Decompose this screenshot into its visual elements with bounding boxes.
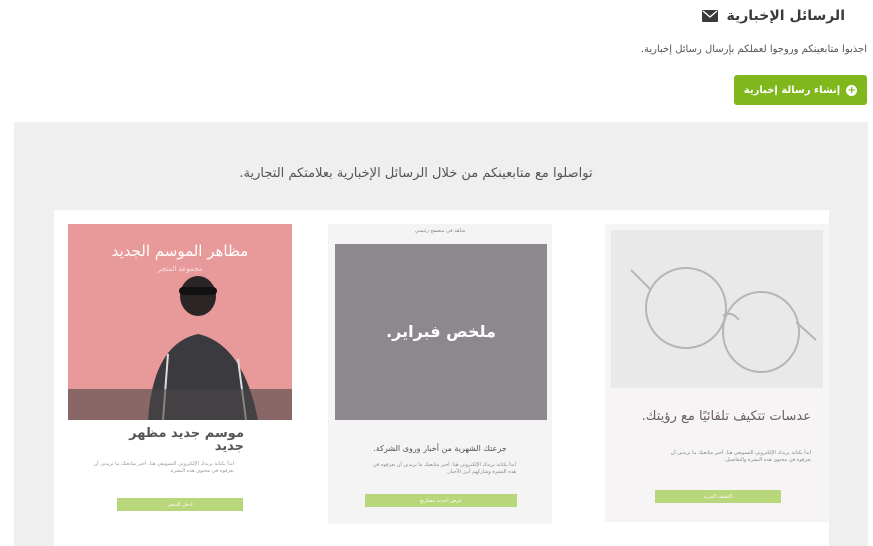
page-description: اجذبوا متابعينكم وروجوا لعملكم بإرسال رس… <box>640 44 867 55</box>
envelope-icon <box>702 10 719 22</box>
glasses-title: عدسات تتكيف تلقائيًا مع رؤيتك. <box>641 409 811 424</box>
fashion-image: مظاهر الموسم الجديد مجموعة المتجر <box>68 224 292 420</box>
fashion-cta-button[interactable]: ادخل المتجر <box>117 498 243 511</box>
glasses-image <box>611 230 823 388</box>
glasses-body: ابدأ بكتابة بريدك الإلكتروني التسويقي هن… <box>670 450 811 463</box>
template-card-february[interactable]: شاهد في متصفح رئيسي ملخص فبراير. جرعتك ا… <box>328 224 552 524</box>
page-title: الرسائل الإخبارية <box>726 8 845 24</box>
fashion-heading: موسم جديد مظهر جديد <box>129 426 244 454</box>
feb-cta-button[interactable]: عرض أحدث مشاريع <box>365 494 517 507</box>
panel-title: تواصلوا مع متابعينكم من خلال الرسائل الإ… <box>239 166 593 181</box>
create-newsletter-label: إنشاء رسالة إخبارية <box>743 84 841 96</box>
feb-body: ابدأ بكتابة بريدك الإلكتروني هنا. أخبر م… <box>372 462 516 475</box>
eyeglasses-icon <box>630 267 817 373</box>
glasses-cta-button[interactable]: اكتشف المزيد <box>655 490 781 503</box>
templates-panel: تواصلوا مع متابعينكم من خلال الرسائل الإ… <box>14 122 868 546</box>
template-card-fashion[interactable]: مظاهر الموسم الجديد مجموعة المتجر موسم ج… <box>68 224 292 534</box>
plus-circle-icon: + <box>846 84 858 96</box>
fashion-body: ابدأ بكتابة بريدك الإلكتروني التسويقي هن… <box>93 461 234 474</box>
feb-image-text: ملخص فبراير. <box>386 322 496 341</box>
create-newsletter-button[interactable]: + إنشاء رسالة إخبارية <box>734 75 867 105</box>
feb-image: ملخص فبراير. <box>335 244 547 420</box>
feb-subtitle: جرعتك الشهرية من أخبار وروى الشركة. <box>373 444 507 453</box>
template-card-glasses[interactable]: عدسات تتكيف تلقائيًا مع رؤيتك. ابدأ بكتا… <box>605 224 829 522</box>
template-cards: عدسات تتكيف تلقائيًا مع رؤيتك. ابدأ بكتا… <box>54 210 829 546</box>
page-header: الرسائل الإخبارية <box>702 8 845 24</box>
model-silhouette-icon <box>68 276 292 420</box>
feb-top-bar: شاهد في متصفح رئيسي <box>414 228 466 234</box>
